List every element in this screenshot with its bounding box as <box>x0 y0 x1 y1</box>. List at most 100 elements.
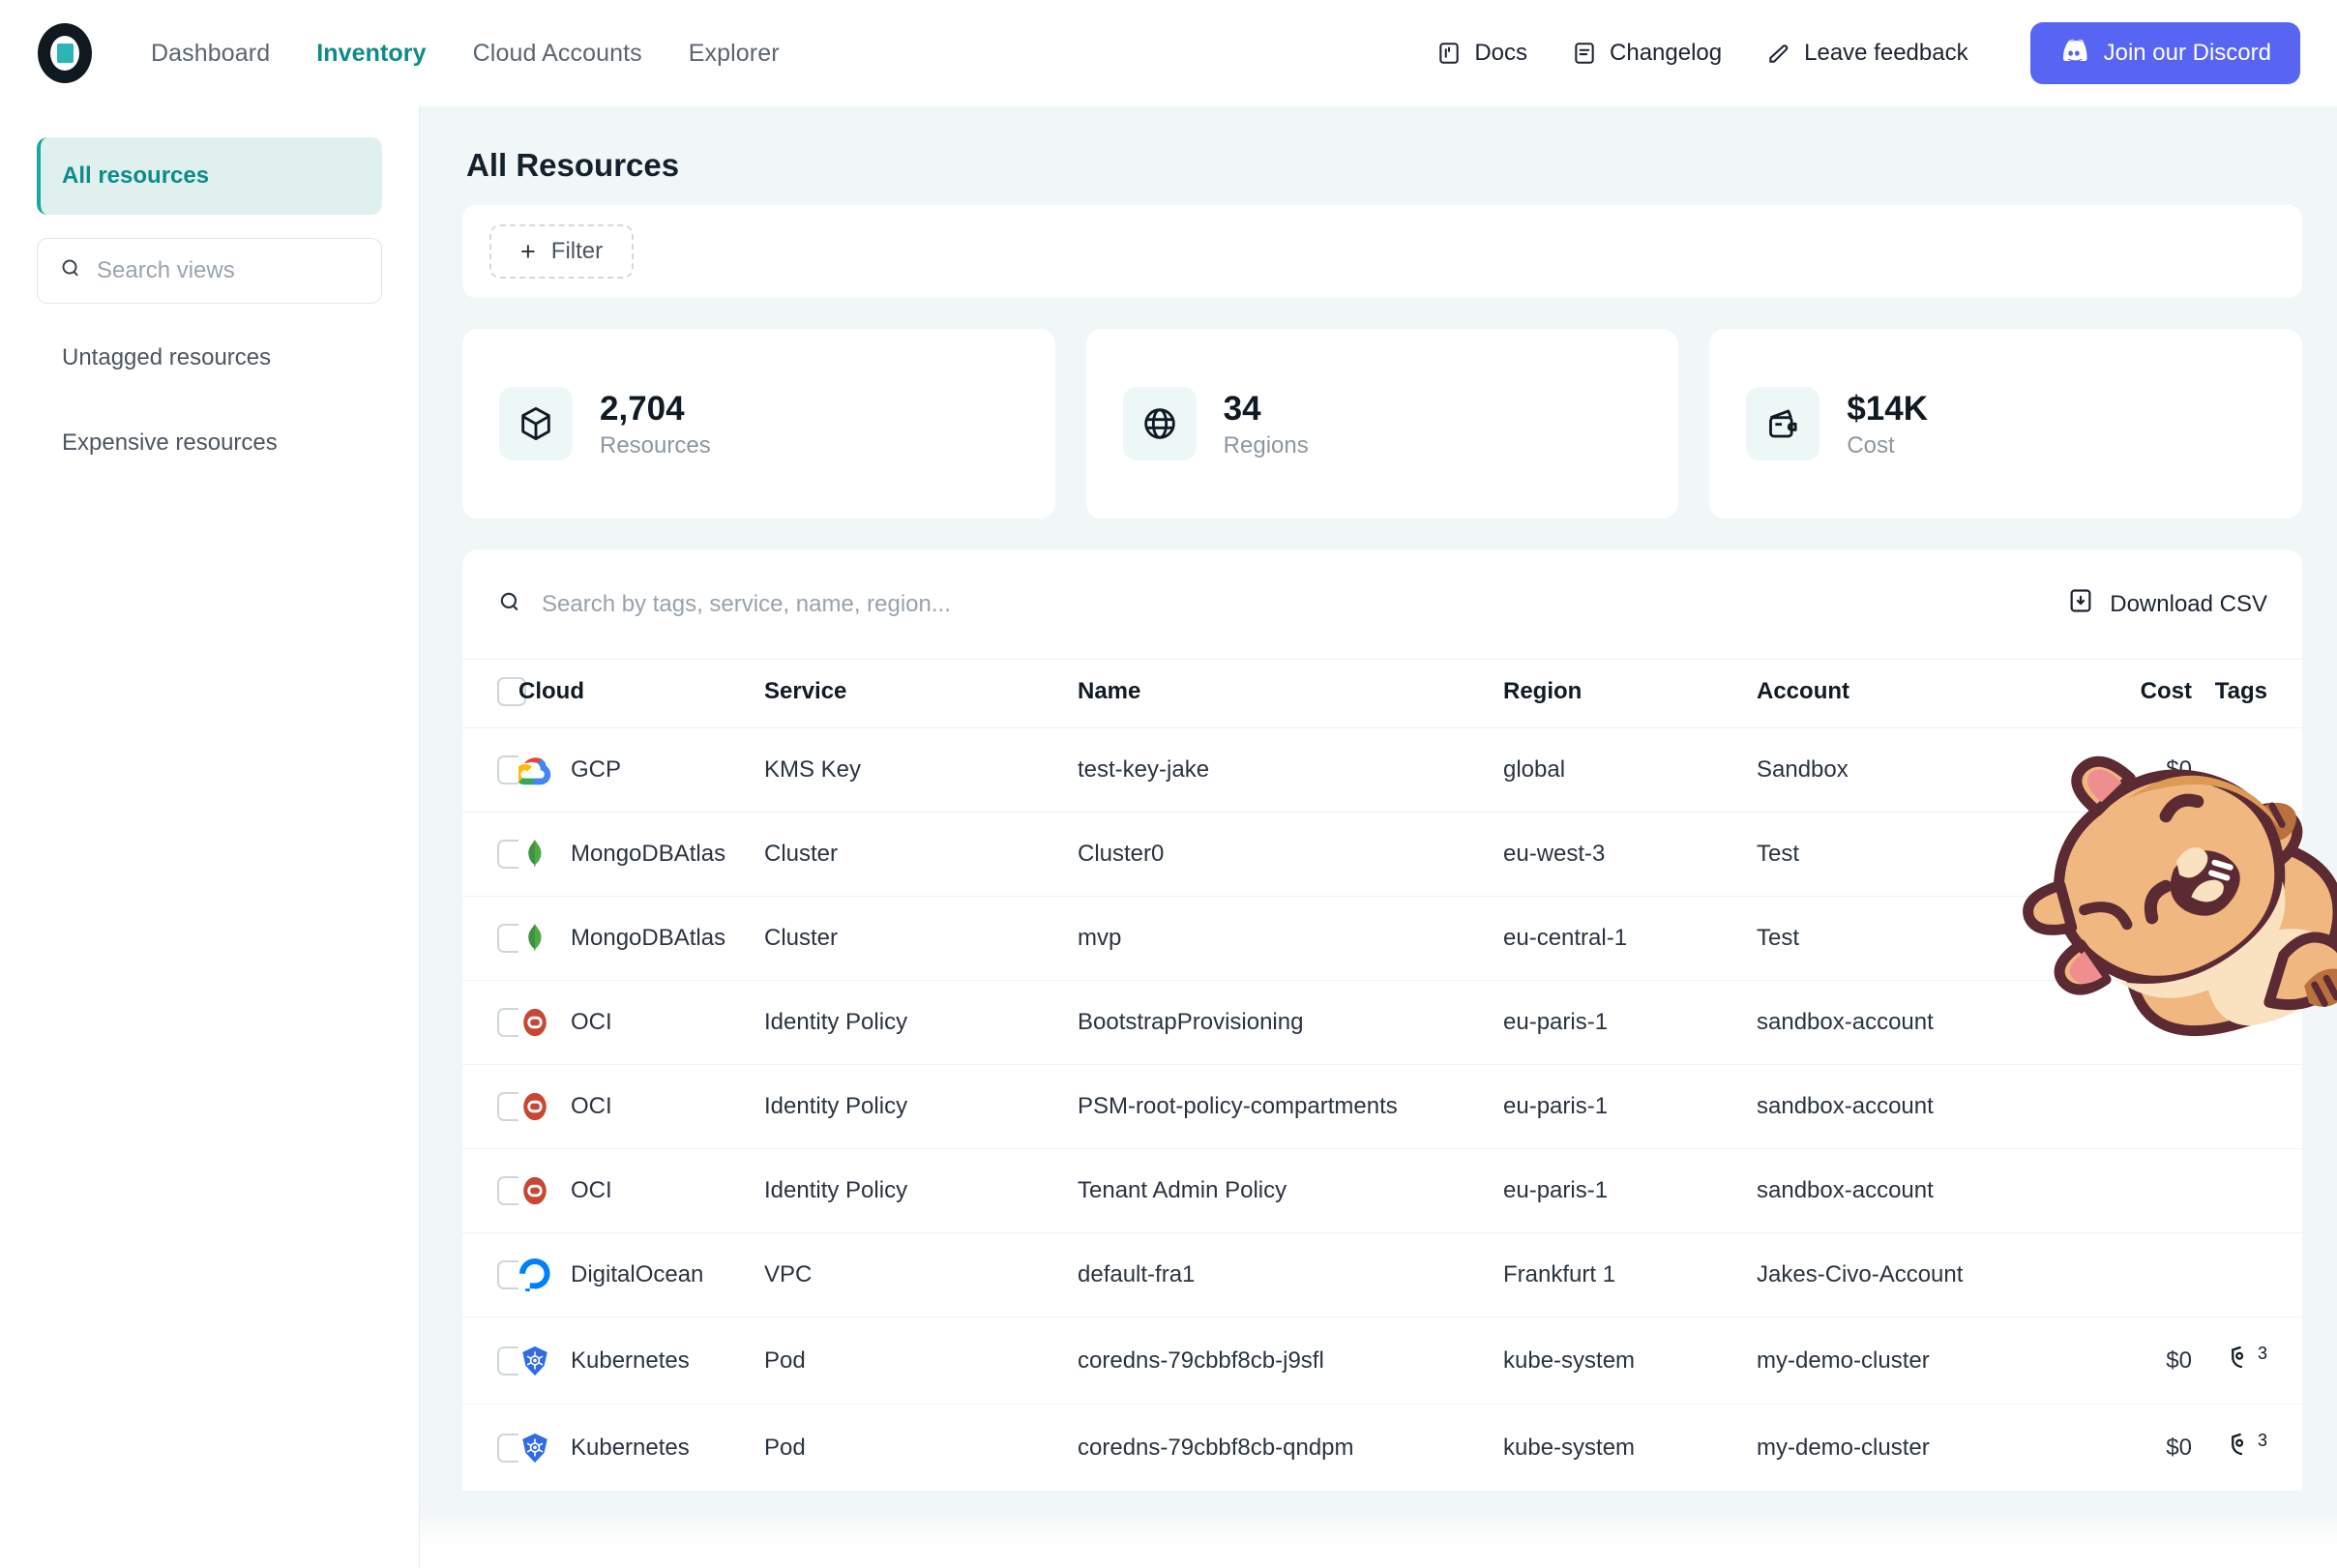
cell-service: Pod <box>764 1404 1078 1492</box>
cell-name: Tenant Admin Policy <box>1078 1148 1503 1233</box>
leave-feedback-link[interactable]: Leave feedback <box>1766 40 1968 67</box>
row-checkbox[interactable] <box>497 1008 518 1037</box>
stat-label-resources: Resources <box>600 431 711 459</box>
tag-shield-icon <box>2232 1433 2244 1456</box>
docs-link[interactable]: Docs <box>1436 40 1527 67</box>
tag-badge[interactable]: 3 <box>2227 1343 2267 1372</box>
table-row[interactable]: OCI Identity Policy PSM-root-policy-compar… <box>462 1064 2302 1149</box>
nav-item-dashboard[interactable]: Dashboard <box>151 40 270 68</box>
table-row[interactable]: Kubernetes Pod coredns-79cbbf8cb-j9sfl kube… <box>462 1317 2302 1405</box>
stat-label-regions: Regions <box>1223 431 1309 459</box>
table-row[interactable]: OCI Identity Policy Tenant Admin Policy eu-… <box>462 1148 2302 1233</box>
oci-icon <box>523 1176 547 1205</box>
tag-count: 3 <box>2257 1344 2267 1363</box>
download-icon <box>2067 587 2094 621</box>
kubernetes-icon <box>522 1346 547 1376</box>
row-checkbox[interactable] <box>497 1092 518 1121</box>
cell-account: Sandbox <box>1757 727 2047 813</box>
search-views-input[interactable]: Search views <box>37 238 382 304</box>
wallet-icon <box>1746 387 1820 460</box>
cell-tags <box>2192 1232 2302 1317</box>
changelog-link[interactable]: Changelog <box>1572 40 1722 67</box>
discord-label: Join our Discord <box>2103 40 2271 66</box>
cell-service: VPC <box>764 1232 1078 1317</box>
cell-account: sandbox-account <box>1757 1148 2047 1233</box>
add-filter-button[interactable]: + Filter <box>489 224 635 279</box>
select-all-header <box>462 660 526 728</box>
row-select-cell <box>462 896 518 981</box>
cell-cost: $59 <box>2047 896 2192 981</box>
row-checkbox[interactable] <box>497 1433 518 1463</box>
cloud-label: OCI <box>571 1177 612 1203</box>
row-checkbox[interactable] <box>497 840 518 869</box>
table-row[interactable]: DigitalOcean VPC default-fra1 Frankfurt 1 Ja… <box>462 1232 2302 1317</box>
cell-cost: $0 <box>2047 1404 2192 1492</box>
cell-cloud: OCI <box>518 980 764 1065</box>
cell-account: sandbox-account <box>1757 980 2047 1065</box>
sidebar-item-expensive-resources[interactable]: Expensive resources <box>37 400 382 486</box>
row-select-cell <box>462 1148 518 1233</box>
resources-search-row: Search by tags, service, name, region...… <box>462 549 2302 660</box>
cell-tags: 3 <box>2192 1404 2302 1492</box>
cell-account: Test <box>1757 812 2047 897</box>
nav-item-inventory[interactable]: Inventory <box>316 40 426 68</box>
row-select-cell <box>462 1232 518 1317</box>
sidebar-item-all-resources[interactable]: All resources <box>37 137 382 215</box>
cell-account: my-demo-cluster <box>1757 1404 2047 1492</box>
column-header-cost[interactable]: Cost <box>2047 660 2192 728</box>
tag-shield-icon <box>2232 1346 2244 1369</box>
row-checkbox[interactable] <box>497 1346 518 1376</box>
cell-region: kube-system <box>1503 1317 1757 1405</box>
cell-region: eu-paris-1 <box>1503 1148 1757 1233</box>
nav-utilities: Docs Changelog Leave feedback Join our D… <box>1436 22 2300 84</box>
column-header-account[interactable]: Account <box>1757 660 2047 728</box>
tag-badge[interactable]: 3 <box>2227 1430 2267 1459</box>
row-checkbox[interactable] <box>497 924 518 953</box>
column-header-tags[interactable]: Tags <box>2192 660 2302 728</box>
column-header-name[interactable]: Name <box>1078 660 1503 728</box>
cell-name: Cluster0 <box>1078 812 1503 897</box>
resources-search-input[interactable]: Search by tags, service, name, region... <box>542 591 951 618</box>
table-row[interactable]: MongoDBAtlas Cluster mvp eu-central-1 Test $5… <box>462 896 2302 981</box>
table-row[interactable]: OCI Identity Policy BootstrapProvisioning e… <box>462 980 2302 1065</box>
kubernetes-icon <box>522 1433 547 1463</box>
cell-cost: $0 <box>2047 727 2192 813</box>
cell-cost <box>2047 1232 2192 1317</box>
row-checkbox[interactable] <box>497 755 518 784</box>
nav-item-explorer[interactable]: Explorer <box>689 40 780 68</box>
cell-service: Identity Policy <box>764 1148 1078 1233</box>
cell-service: Cluster <box>764 896 1078 981</box>
download-csv-button[interactable]: Download CSV <box>2067 587 2267 621</box>
column-header-service[interactable]: Service <box>764 660 1078 728</box>
cell-tags <box>2192 1064 2302 1149</box>
row-select-cell <box>462 1317 518 1405</box>
table-row[interactable]: GCP KMS Key test-key-jake global Sandbox $0 <box>462 727 2302 813</box>
cell-region: eu-paris-1 <box>1503 980 1757 1065</box>
stat-label-cost: Cost <box>1847 431 1895 459</box>
cell-region: eu-central-1 <box>1503 896 1757 981</box>
table-row[interactable]: Kubernetes Pod coredns-79cbbf8cb-qndpm kube… <box>462 1404 2302 1492</box>
row-checkbox[interactable] <box>497 1260 518 1289</box>
nav-item-cloud-accounts[interactable]: Cloud Accounts <box>473 40 642 68</box>
column-header-region[interactable]: Region <box>1503 660 1757 728</box>
row-select-cell <box>462 1404 518 1492</box>
oci-icon <box>523 1008 547 1037</box>
stat-card-resources: 2,704 Resources <box>462 329 1055 518</box>
cell-name: test-key-jake <box>1078 727 1503 813</box>
sidebar-item-untagged-resources[interactable]: Untagged resources <box>37 315 382 400</box>
cell-cost: $0 <box>2047 812 2192 897</box>
cell-service: Identity Policy <box>764 980 1078 1065</box>
cell-cloud: DigitalOcean <box>518 1232 764 1317</box>
join-discord-button[interactable]: Join our Discord <box>2029 22 2300 84</box>
resources-table: Cloud Service Name Region Account Cost T… <box>462 660 2302 1492</box>
mongodb-icon <box>528 924 542 952</box>
table-row[interactable]: MongoDBAtlas Cluster Cluster0 eu-west-3 Test… <box>462 812 2302 897</box>
row-checkbox[interactable] <box>497 1176 518 1205</box>
column-header-cloud[interactable]: Cloud <box>518 660 764 728</box>
app-logo[interactable] <box>33 21 97 85</box>
cell-name: mvp <box>1078 896 1503 981</box>
cell-region: Frankfurt 1 <box>1503 1232 1757 1317</box>
stat-value-resources: 2,704 <box>600 390 685 429</box>
cell-tags: 3 <box>2192 1317 2302 1405</box>
cell-cloud: MongoDBAtlas <box>518 896 764 981</box>
